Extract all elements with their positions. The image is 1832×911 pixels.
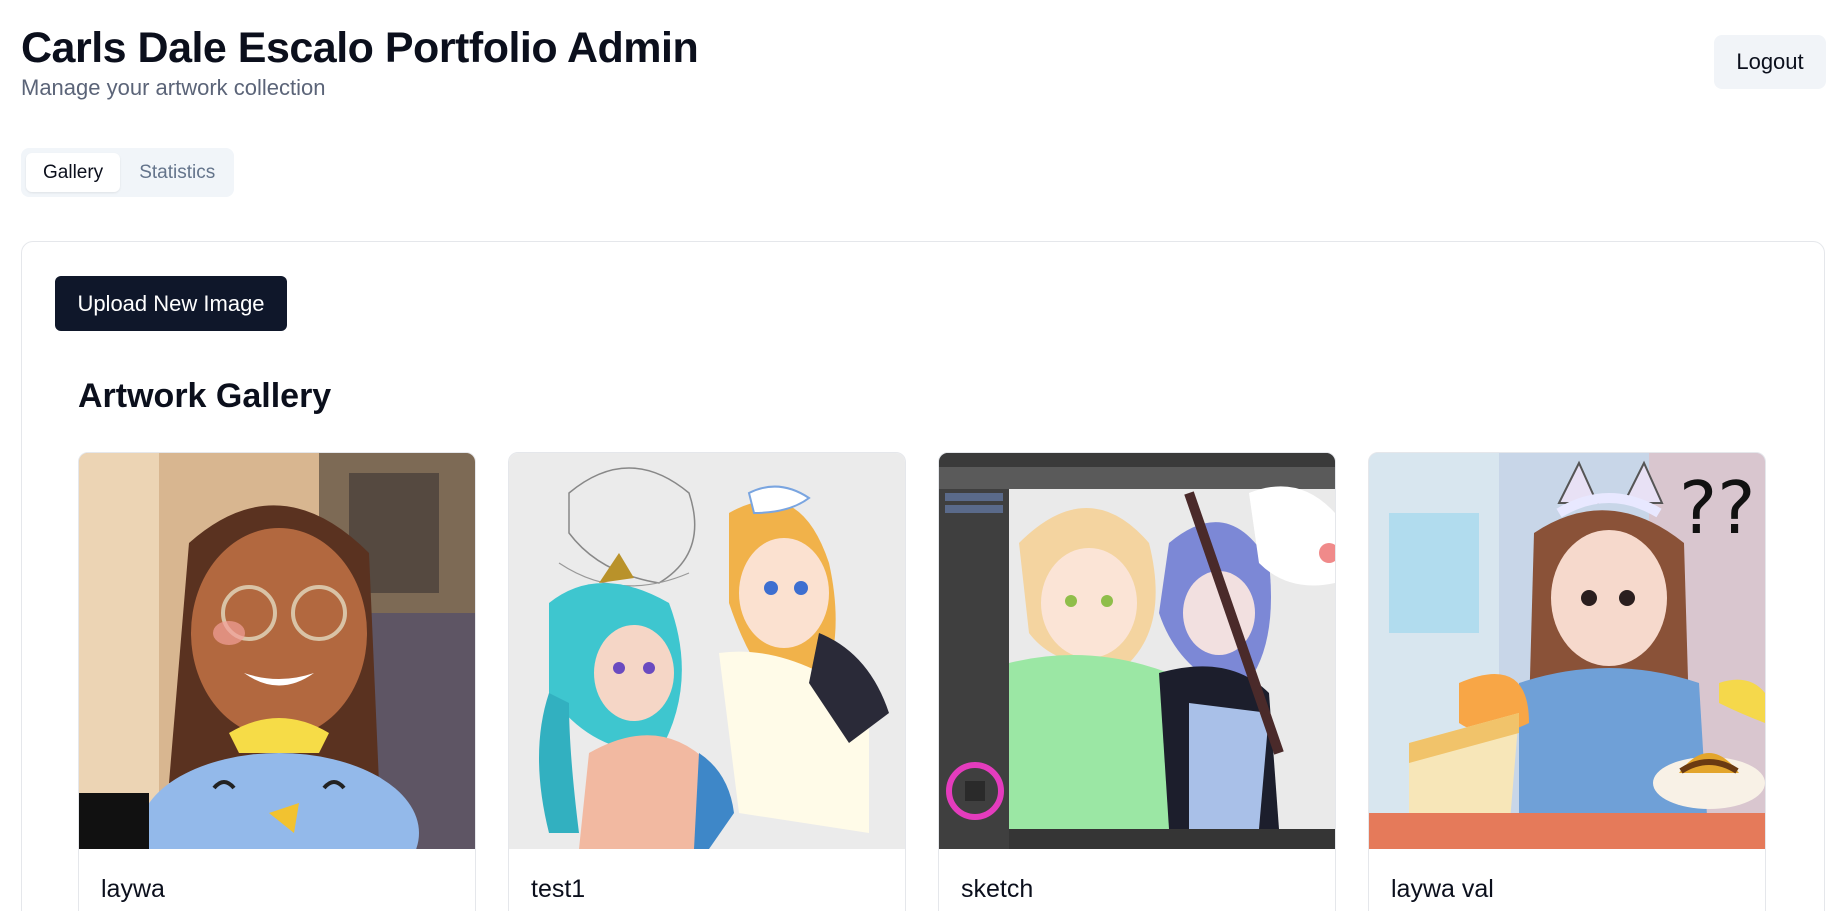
artwork-thumbnail[interactable] bbox=[939, 453, 1335, 849]
artwork-card[interactable]: ?? laywa val bbox=[1368, 452, 1766, 911]
artwork-title: laywa val bbox=[1391, 875, 1494, 903]
artwork-card[interactable]: sketch bbox=[938, 452, 1336, 911]
artwork-thumbnail[interactable] bbox=[509, 453, 905, 849]
artwork-thumbnail[interactable]: ?? bbox=[1369, 453, 1765, 849]
page-title: Carls Dale Escalo Portfolio Admin bbox=[21, 24, 699, 72]
artwork-title: laywa bbox=[101, 875, 165, 903]
upload-image-button[interactable]: Upload New Image bbox=[55, 276, 287, 331]
artwork-title: test1 bbox=[531, 875, 586, 903]
artwork-thumbnail[interactable] bbox=[79, 453, 475, 849]
svg-text:??: ?? bbox=[1679, 466, 1755, 550]
artwork-title: sketch bbox=[961, 875, 1034, 903]
tab-statistics[interactable]: Statistics bbox=[122, 153, 232, 192]
artwork-grid: laywa test1 sketch ?? laywa val bbox=[78, 452, 1766, 911]
page-subtitle: Manage your artwork collection bbox=[21, 75, 326, 100]
tab-gallery[interactable]: Gallery bbox=[26, 153, 121, 192]
artwork-card[interactable]: laywa bbox=[78, 452, 476, 911]
gallery-panel: Upload New Image Artwork Gallery laywa t… bbox=[21, 241, 1825, 911]
artwork-card[interactable]: test1 bbox=[508, 452, 906, 911]
section-title: Artwork Gallery bbox=[78, 377, 332, 415]
page-header: Carls Dale Escalo Portfolio Admin Manage… bbox=[21, 22, 699, 102]
tab-list: Gallery Statistics bbox=[21, 148, 234, 197]
logout-button[interactable]: Logout bbox=[1714, 35, 1826, 89]
